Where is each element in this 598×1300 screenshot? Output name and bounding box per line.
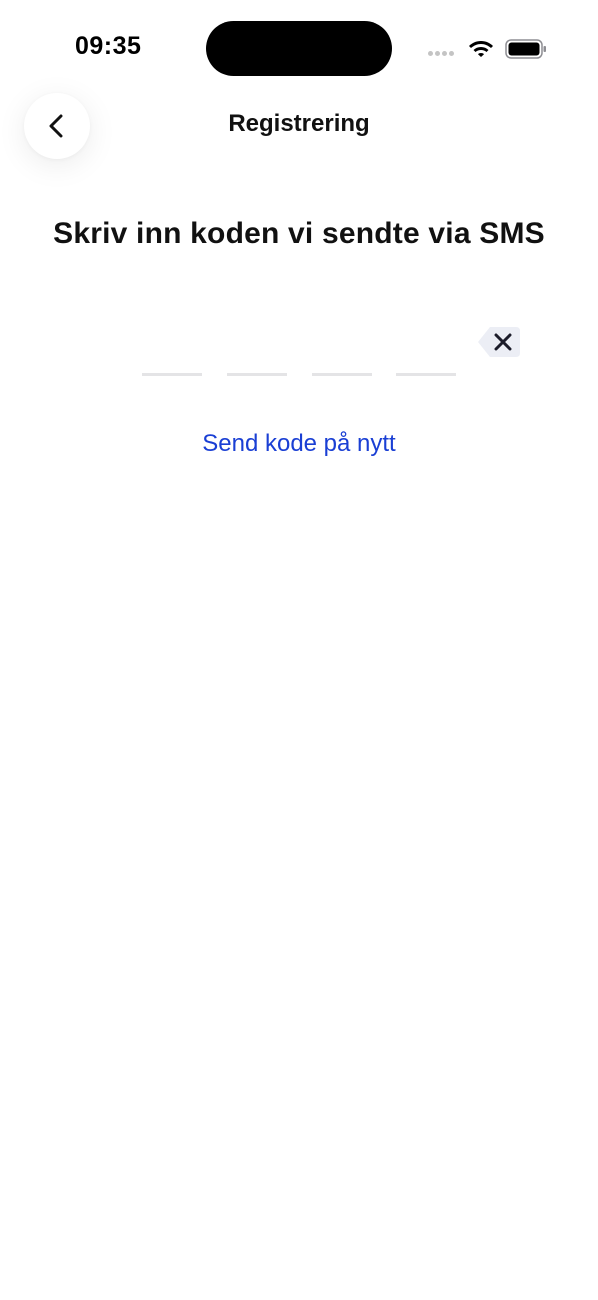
code-digit-4[interactable]	[396, 322, 456, 376]
sms-code-heading: Skriv inn koden vi sendte via SMS	[53, 217, 545, 250]
code-digit-1[interactable]	[142, 322, 202, 376]
resend-code-link[interactable]: Send kode på nytt	[0, 430, 598, 458]
code-digit-2[interactable]	[227, 322, 287, 376]
dynamic-island	[206, 21, 392, 76]
registration-screen: 09:35 Registrering Skriv inn koden vi se…	[0, 0, 598, 1300]
signal-icon	[428, 51, 458, 57]
status-bar: 09:35	[0, 0, 598, 90]
code-digit-3[interactable]	[312, 322, 372, 376]
page-title: Registrering	[228, 110, 370, 137]
backspace-icon[interactable]	[476, 325, 522, 359]
sms-code-input[interactable]	[142, 322, 458, 376]
wifi-icon	[469, 41, 493, 57]
status-time: 09:35	[75, 32, 142, 60]
battery-icon	[505, 39, 546, 59]
